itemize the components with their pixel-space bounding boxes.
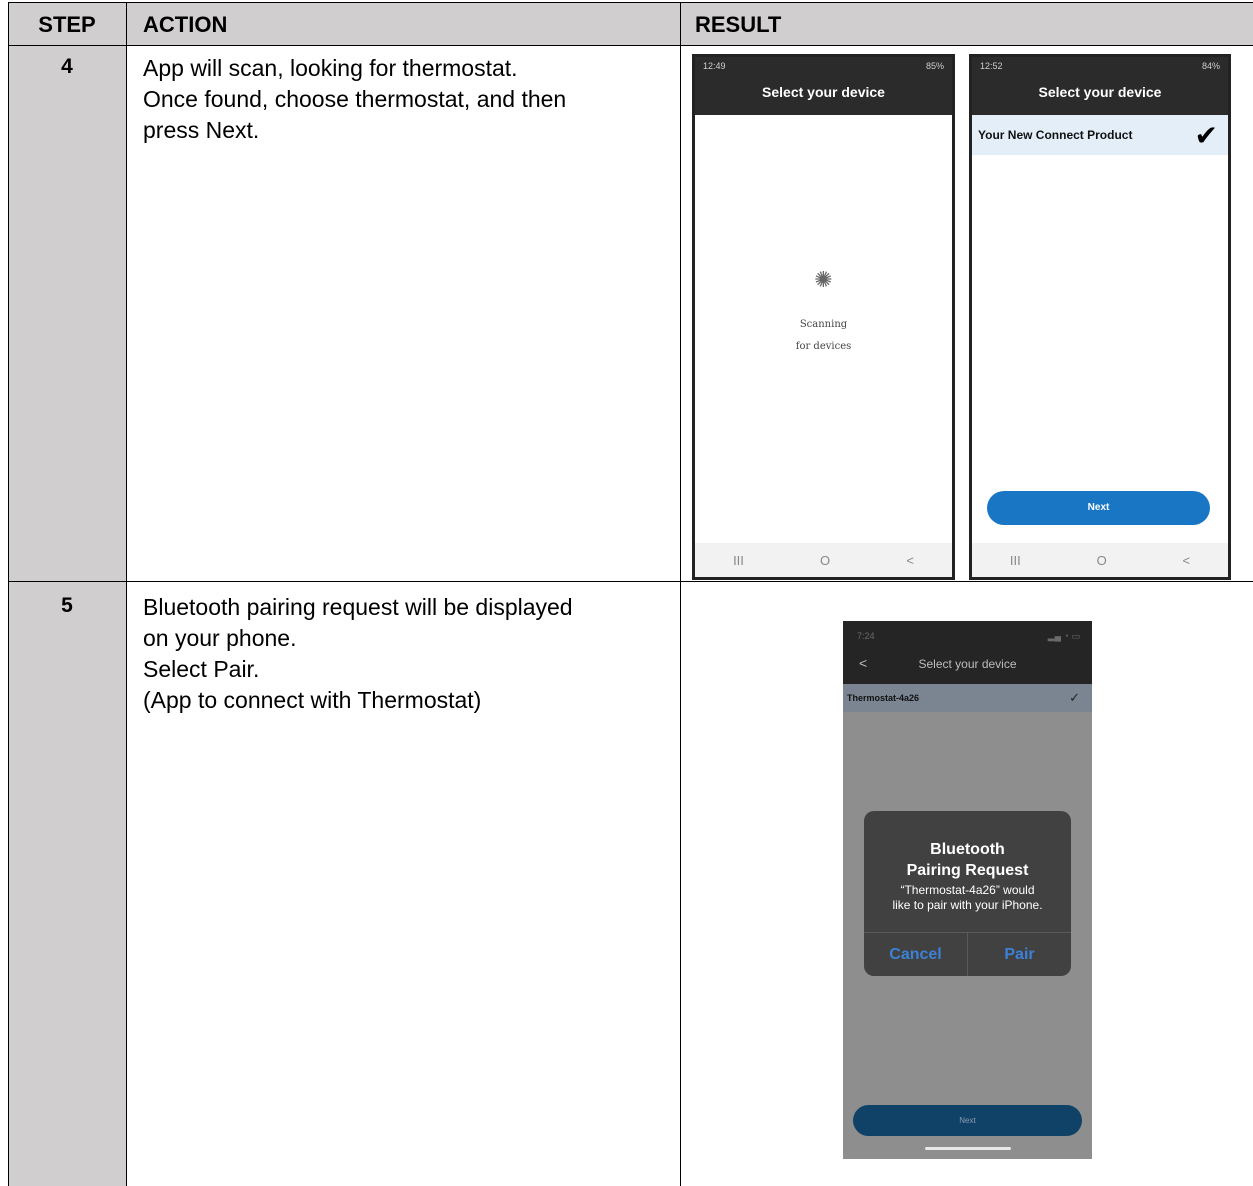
status-bar: 12:49 85% <box>695 57 952 75</box>
cancel-button[interactable]: Cancel <box>864 933 968 976</box>
back-icon[interactable]: < <box>906 553 914 568</box>
table-border-step <box>126 2 127 1186</box>
alert-message-line: like to pair with your iPhone. <box>892 898 1043 912</box>
table-header-result: RESULT <box>681 2 1253 46</box>
status-time: 12:49 <box>703 61 726 71</box>
status-bar: 12:52 84% <box>972 57 1228 75</box>
home-icon[interactable]: O <box>820 553 830 568</box>
status-bar: 7:24 ▂▄ ◔ ▭ <box>857 631 1080 642</box>
action-line: on your phone. <box>143 625 297 651</box>
battery-icon: 85% <box>925 61 944 71</box>
back-icon[interactable]: < <box>1183 553 1191 568</box>
action-line: Bluetooth pairing request will be displa… <box>143 594 573 620</box>
status-time: 7:24 <box>857 631 875 641</box>
alert-title: Bluetooth Pairing Request <box>864 839 1071 881</box>
next-button[interactable]: Next <box>987 491 1210 525</box>
checkmark-icon: ✔ <box>1194 119 1218 151</box>
screen-title: Select your device <box>695 75 952 115</box>
recents-icon[interactable]: III <box>1010 553 1021 568</box>
device-row[interactable]: Your New Connect Product ✔ <box>972 115 1228 155</box>
alert-title-line: Bluetooth <box>930 841 1005 858</box>
action-line: (App to connect with Thermostat) <box>143 687 482 713</box>
battery-icon: 84% <box>1201 61 1220 71</box>
alert-buttons: Cancel Pair <box>864 932 1071 976</box>
action-line: App will scan, looking for thermostat. <box>143 55 518 81</box>
android-nav-bar: III O < <box>695 543 952 577</box>
action-text: Bluetooth pairing request will be displa… <box>143 592 663 716</box>
home-indicator <box>925 1147 1011 1150</box>
next-button[interactable]: Next <box>853 1105 1082 1136</box>
scanning-label: Scanning <box>799 319 848 330</box>
pairing-screenshot: 7:24 ▂▄ ◔ ▭ < Select your device Thermos… <box>843 621 1092 1159</box>
scanning-sublabel: for devices <box>795 341 852 352</box>
alert-message-line: “Thermostat-4a26” would <box>900 883 1035 897</box>
table-row-divider <box>8 581 1253 582</box>
bluetooth-pairing-alert: Bluetooth Pairing Request “Thermostat-4a… <box>864 811 1071 976</box>
table-header-step: STEP <box>8 2 126 46</box>
device-name: Your New Connect Product <box>978 128 1133 142</box>
device-row[interactable]: Thermostat-4a26 ✓ <box>843 684 1092 712</box>
home-icon[interactable]: O <box>1097 553 1107 568</box>
action-line: Select Pair. <box>143 656 260 682</box>
action-line: Once found, choose thermostat, and then <box>143 86 567 112</box>
screen-title: Select your device <box>918 657 1017 671</box>
spinner-icon: ✺ <box>814 267 833 292</box>
signal-wifi-battery-icon: ▂▄ ◔ ▭ <box>1047 631 1080 641</box>
device-found-screenshot: 12:52 84% Select your device Your New Co… <box>969 54 1231 580</box>
table-header-action: ACTION <box>127 2 680 46</box>
android-nav-bar: III O < <box>972 543 1228 577</box>
app-header: 7:24 ▂▄ ◔ ▭ < Select your device Thermos… <box>843 621 1092 712</box>
scanning-screenshot: 12:49 85% Select your device ✺ Scanning … <box>692 54 955 580</box>
step-number: 5 <box>61 594 73 617</box>
action-line: press Next. <box>143 117 260 143</box>
screen-title: Select your device <box>972 75 1228 115</box>
alert-message: “Thermostat-4a26” would like to pair wit… <box>864 883 1071 913</box>
action-text: App will scan, looking for thermostat. O… <box>143 53 663 146</box>
checkmark-icon: ✓ <box>1069 690 1080 705</box>
step-number: 4 <box>61 55 73 78</box>
pair-button[interactable]: Pair <box>968 933 1071 976</box>
recents-icon[interactable]: III <box>733 553 744 568</box>
device-name: Thermostat-4a26 <box>847 693 920 703</box>
status-time: 12:52 <box>980 61 1003 71</box>
table-border-action <box>680 2 681 1186</box>
alert-title-line: Pairing Request <box>906 862 1029 879</box>
